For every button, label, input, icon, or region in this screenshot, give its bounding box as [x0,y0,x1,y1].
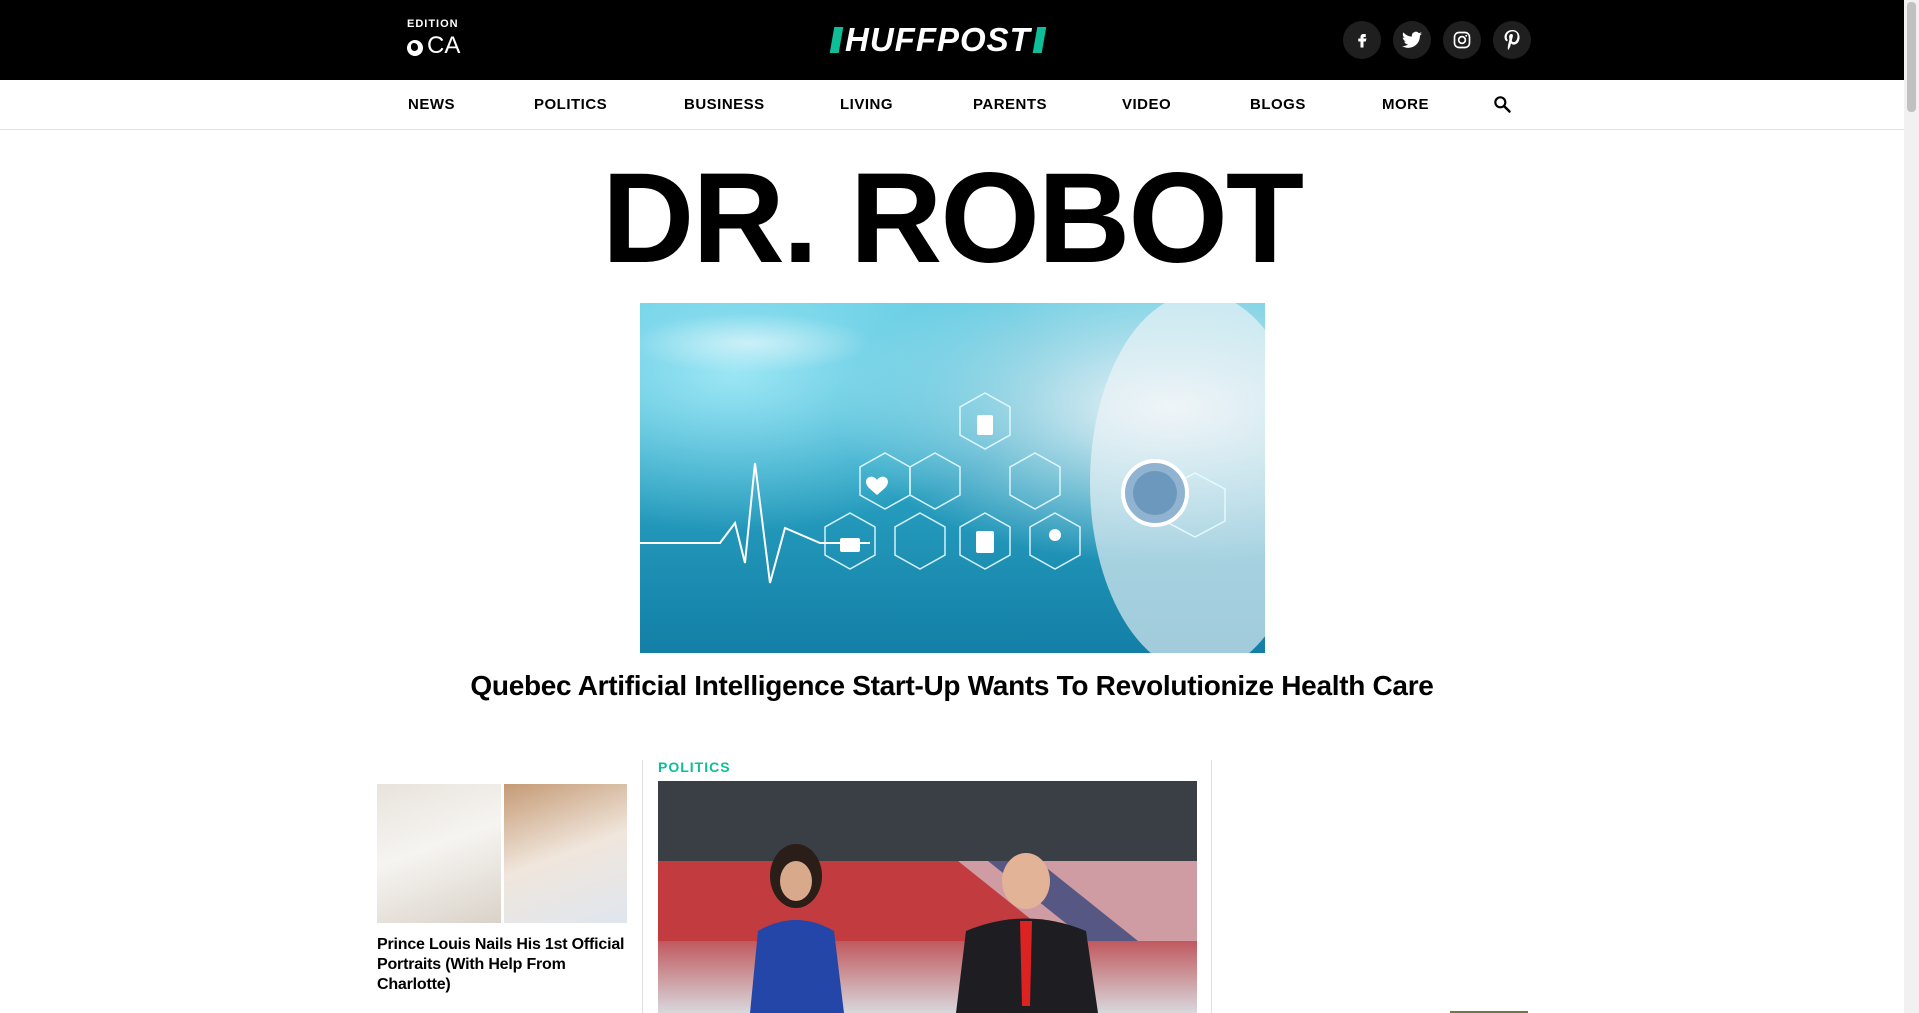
scrollbar-thumb[interactable] [1907,2,1916,112]
search-icon[interactable] [1492,94,1512,114]
left-card-image[interactable] [377,784,627,923]
column-divider-left [642,760,643,1013]
column-divider-right [1211,760,1212,1013]
main-nav: NEWS POLITICS BUSINESS LIVING PARENTS VI… [0,80,1904,130]
nav-item-more[interactable]: MORE [1382,96,1429,113]
logo-text: HUFFPOST [845,21,1031,58]
debate-stage-photo [658,781,1197,1013]
nav-item-business[interactable]: BUSINESS [684,96,765,113]
globe-icon [407,40,423,56]
pinterest-icon[interactable] [1493,21,1531,59]
nav-item-politics[interactable]: POLITICS [534,96,607,113]
huffpost-logo[interactable]: HUFFPOST [829,21,1047,58]
twitter-icon[interactable] [1393,21,1431,59]
instagram-icon[interactable] [1443,21,1481,59]
hero-headline[interactable]: DR. ROBOT [0,155,1904,283]
hero-caption[interactable]: Quebec Artificial Intelligence Start-Up … [0,670,1904,702]
page-scrollbar[interactable] [1904,0,1919,1013]
facebook-icon[interactable] [1343,21,1381,59]
center-card-image[interactable] [658,781,1197,1013]
nav-item-living[interactable]: LIVING [840,96,893,113]
edition-label: EDITION [407,18,459,30]
health-tech-illustration [640,303,1265,653]
nav-item-parents[interactable]: PARENTS [973,96,1047,113]
edition-value: CA [427,32,461,59]
nav-item-blogs[interactable]: BLOGS [1250,96,1306,113]
edition-selector[interactable]: EDITION CA [407,18,460,60]
nav-item-video[interactable]: VIDEO [1122,96,1171,113]
social-links [1343,21,1531,59]
section-tag-politics[interactable]: POLITICS [658,759,731,775]
hero-image[interactable] [640,303,1265,653]
top-bar: EDITION CA HUFFPOST [0,0,1904,80]
left-card-title[interactable]: Prince Louis Nails His 1st Official Port… [377,935,627,995]
nav-item-news[interactable]: NEWS [408,96,455,113]
